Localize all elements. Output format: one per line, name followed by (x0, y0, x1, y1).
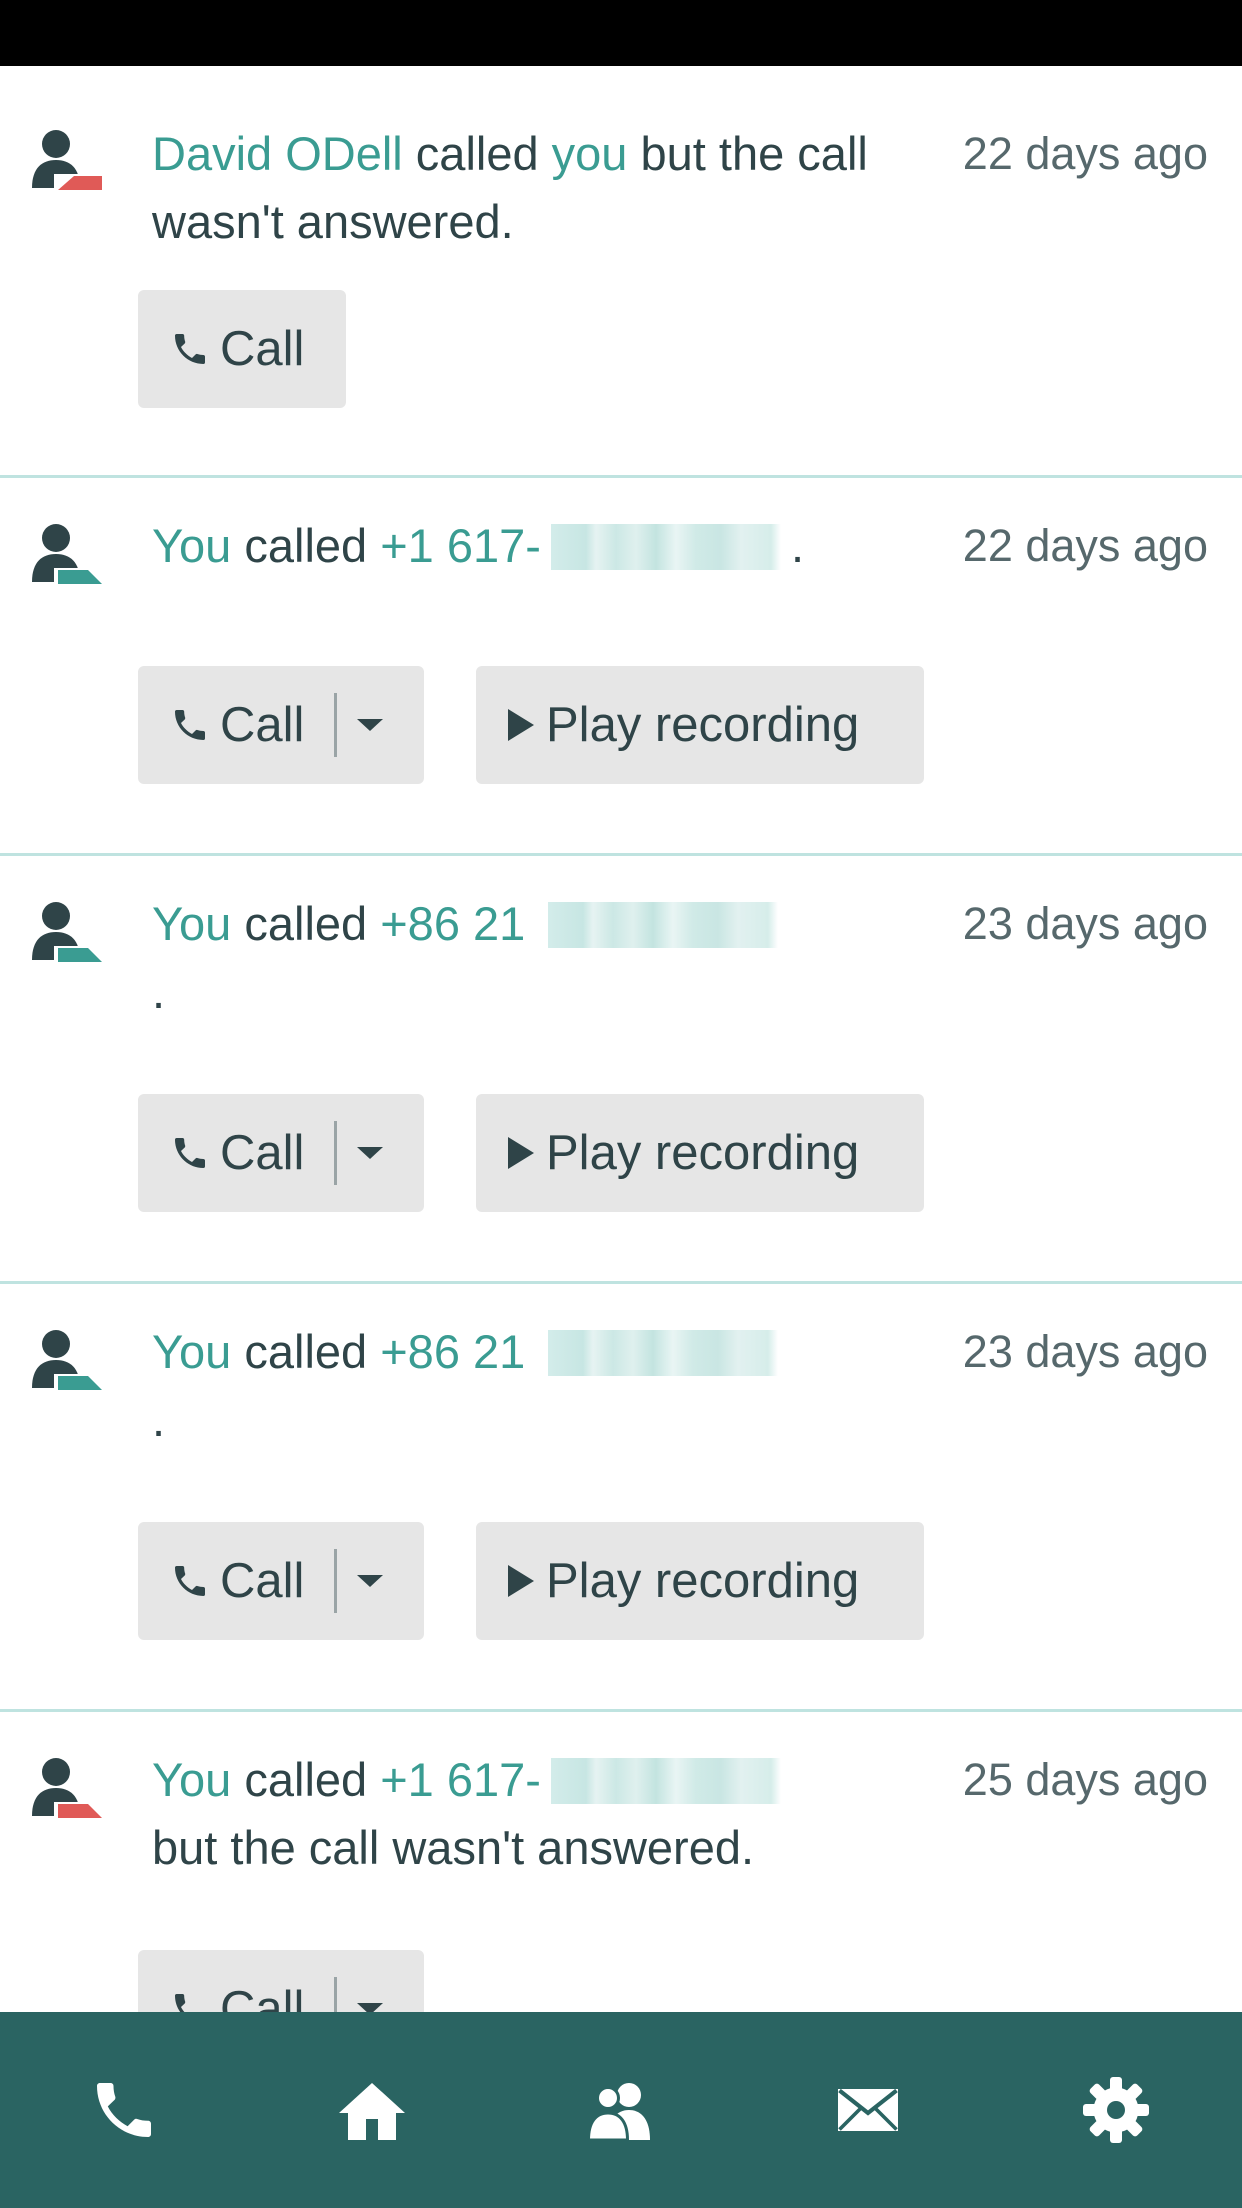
call-description: You called +86 21 . (152, 1318, 852, 1454)
divider (334, 1549, 338, 1613)
call-button-label: Call (220, 1554, 305, 1608)
phone-icon (175, 1566, 205, 1596)
tab-contacts[interactable] (496, 2012, 744, 2208)
play-recording-label: Play recording (546, 698, 860, 752)
call-item: You called +86 21 . 23 days ago Call Pla… (0, 856, 1242, 1284)
caller-link[interactable]: David ODell (152, 127, 403, 180)
call-description: David ODell called you but the call wasn… (152, 127, 868, 248)
missed-incoming-call-icon (30, 126, 106, 198)
phone-icon (175, 1994, 186, 2012)
call-item: You called +1 617- but the call wasn't a… (0, 1712, 1242, 2012)
caller-link[interactable]: You (152, 897, 231, 950)
play-recording-button[interactable]: Play recording (476, 1522, 924, 1640)
divider (334, 1977, 338, 2012)
phone-number-link[interactable]: +1 617- (380, 519, 541, 572)
play-recording-label: Play recording (546, 1554, 860, 1608)
call-description: You called +1 617-. (152, 519, 805, 572)
call-time: 23 days ago (962, 898, 1208, 949)
tab-settings[interactable] (992, 2012, 1240, 2208)
redacted-number (540, 524, 791, 570)
play-icon (508, 709, 534, 741)
chevron-down-icon[interactable] (357, 2003, 384, 2012)
phone-number-link[interactable]: +86 21 (380, 897, 525, 950)
chevron-down-icon[interactable] (357, 1575, 384, 1587)
play-recording-button[interactable]: Play recording (476, 1094, 924, 1212)
call-button-label: Call (220, 322, 305, 376)
play-icon (508, 1137, 534, 1169)
divider (334, 693, 338, 757)
redacted-number (540, 1758, 791, 1804)
call-time: 23 days ago (962, 1326, 1208, 1377)
call-history-list[interactable]: David ODell called you but the call wasn… (0, 66, 1242, 2012)
call-split-button[interactable]: Call (138, 1522, 424, 1640)
caller-link[interactable]: You (152, 1325, 231, 1378)
call-description: You called +1 617- but the call wasn't a… (152, 1746, 892, 1882)
play-icon (508, 1565, 534, 1597)
call-time: 22 days ago (962, 520, 1208, 571)
call-time: 25 days ago (962, 1754, 1208, 1805)
outgoing-call-icon (30, 1326, 106, 1398)
caller-link[interactable]: You (152, 519, 231, 572)
call-button-label: Call (220, 1982, 305, 2012)
bottom-tab-bar (0, 2012, 1242, 2208)
call-split-button[interactable]: Call (138, 1950, 424, 2012)
phone-icon (97, 2083, 151, 2137)
phone-number-link[interactable]: +1 617- (380, 1753, 541, 1806)
call-split-button[interactable]: Call (138, 666, 424, 784)
outgoing-call-icon (30, 520, 106, 592)
phone-icon (175, 710, 205, 740)
chevron-down-icon[interactable] (357, 719, 384, 731)
call-button-label: Call (220, 698, 305, 752)
tab-calls[interactable] (0, 2012, 248, 2208)
call-item: You called +1 617-. 22 days ago Call Pla… (0, 478, 1242, 856)
callee-link[interactable]: you (552, 127, 628, 180)
settings-icon (1083, 2077, 1149, 2143)
call-description: You called +86 21 . (152, 890, 852, 1026)
play-recording-label: Play recording (546, 1126, 860, 1180)
call-split-button[interactable]: Call (138, 1094, 424, 1212)
tab-messages[interactable] (744, 2012, 992, 2208)
phone-icon (175, 1138, 205, 1168)
mail-icon (838, 2088, 898, 2131)
redacted-number (538, 1330, 789, 1376)
redacted-number (538, 902, 789, 948)
chevron-down-icon[interactable] (357, 1147, 384, 1159)
tab-home[interactable] (248, 2012, 496, 2208)
divider (334, 1121, 338, 1185)
home-icon (339, 2083, 405, 2140)
call-button-label: Call (220, 1126, 305, 1180)
call-button[interactable]: Call (138, 290, 346, 408)
missed-outgoing-call-icon (30, 1754, 106, 1826)
contacts-icon (586, 2083, 650, 2142)
outgoing-call-icon (30, 898, 106, 970)
phone-number-link[interactable]: +86 21 (380, 1325, 525, 1378)
play-recording-button[interactable]: Play recording (476, 666, 924, 784)
caller-link[interactable]: You (152, 1753, 231, 1806)
call-item: David ODell called you but the call wasn… (0, 66, 1242, 478)
call-time: 22 days ago (962, 128, 1208, 179)
phone-icon (175, 334, 205, 364)
status-bar (0, 0, 1242, 66)
call-item: You called +86 21 . 23 days ago Call Pla… (0, 1284, 1242, 1712)
